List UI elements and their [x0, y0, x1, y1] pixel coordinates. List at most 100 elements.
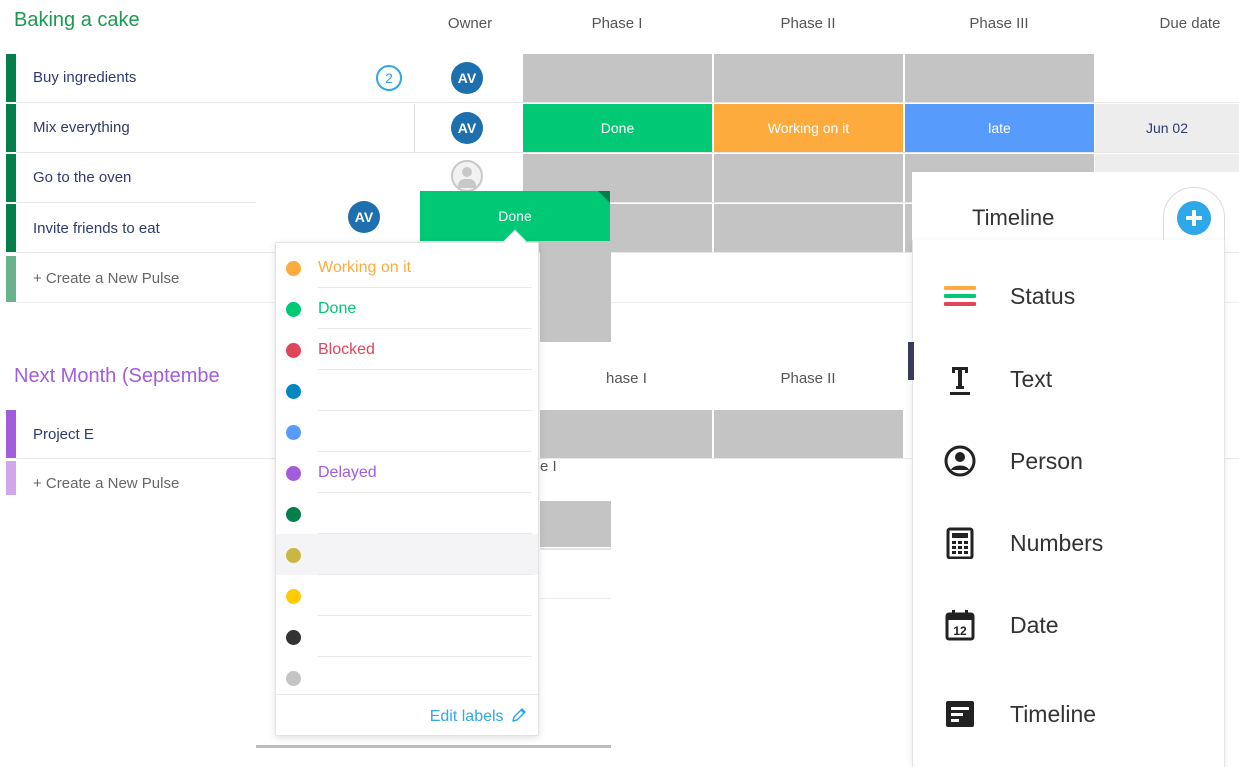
phase2-cell[interactable] — [714, 204, 903, 252]
row-divider-vertical — [414, 104, 415, 152]
phase2-status-working[interactable]: Working on it — [714, 104, 903, 152]
status-option-unlabeled[interactable] — [276, 616, 538, 657]
create-row-bar — [6, 256, 16, 302]
column-header-phase1-partial[interactable]: hase I — [606, 370, 666, 387]
column-header-due-date[interactable]: Due date — [1140, 15, 1239, 32]
row-color-bar — [6, 154, 16, 202]
status-option-label: Blocked — [318, 341, 375, 358]
create-row-bar — [6, 461, 16, 495]
date-icon: 12 — [945, 610, 975, 641]
status-color-dot — [286, 507, 301, 522]
status-option-label: Done — [318, 300, 357, 317]
column-type-label: Person — [1010, 448, 1083, 474]
column-type-label: Text — [1010, 366, 1053, 392]
status-color-dot — [286, 261, 301, 276]
column-header-owner[interactable]: Owner — [430, 15, 510, 32]
row-divider — [16, 152, 1239, 153]
status-option-blocked[interactable]: Blocked — [276, 329, 538, 370]
column-type-header-label: Timeline — [972, 205, 1055, 230]
row-name-project-e[interactable]: Project E — [33, 426, 94, 443]
status-option-unlabeled[interactable] — [276, 411, 538, 452]
column-header-phase2[interactable]: Phase II — [713, 15, 903, 32]
row-color-bar — [6, 104, 16, 152]
row-color-bar — [6, 410, 16, 458]
status-option-label: Delayed — [318, 464, 377, 481]
background-divider — [540, 548, 611, 550]
status-color-dot — [286, 630, 301, 645]
phase2-cell[interactable] — [714, 154, 903, 202]
column-type-date[interactable]: 12 Date — [912, 595, 1225, 655]
status-option-working-on-it[interactable]: Working on it — [276, 247, 538, 288]
phase1-cell[interactable] — [523, 54, 712, 102]
status-option-unlabeled[interactable] — [276, 657, 538, 698]
background-divider — [256, 745, 611, 748]
column-header-phase2[interactable]: Phase II — [713, 370, 903, 387]
date-icon-number: 12 — [953, 624, 967, 638]
background-divider — [540, 598, 611, 599]
text-icon — [950, 367, 970, 395]
hidden-column-text: e I — [540, 458, 557, 475]
row-name-go-to-oven[interactable]: Go to the oven — [33, 169, 131, 186]
phase2-cell[interactable] — [714, 54, 903, 102]
column-type-label: Date — [1010, 612, 1059, 638]
row-divider — [16, 102, 1239, 103]
status-option-label: Working on it — [318, 259, 412, 276]
due-date-cell[interactable]: Jun 02 — [1095, 104, 1239, 152]
pencil-icon — [512, 708, 526, 722]
owner-avatar[interactable]: AV — [348, 201, 380, 233]
status-option-done[interactable]: Done — [276, 288, 538, 329]
phase3-status-late[interactable]: late — [905, 104, 1094, 152]
column-type-label: Timeline — [1010, 701, 1097, 727]
empty-owner-icon[interactable] — [451, 160, 483, 192]
column-type-label: Numbers — [1010, 530, 1104, 556]
column-type-text[interactable]: Text — [912, 349, 1225, 409]
group-title-next-month[interactable]: Next Month (Septembe — [14, 365, 220, 388]
status-option-unlabeled[interactable] — [276, 493, 538, 534]
numbers-icon — [946, 527, 974, 559]
status-option-unlabeled[interactable] — [276, 534, 538, 575]
phase2-cell[interactable] — [714, 410, 903, 458]
phase1-cell[interactable] — [540, 410, 712, 458]
timeline-icon — [946, 701, 974, 727]
row-name-buy-ingredients[interactable]: Buy ingredients — [33, 69, 136, 86]
status-icon — [944, 286, 976, 306]
status-color-dot — [286, 302, 301, 317]
background-cell — [540, 501, 611, 547]
owner-avatar[interactable]: AV — [451, 112, 483, 144]
phase3-cell[interactable] — [905, 54, 1094, 102]
status-option-unlabeled[interactable] — [276, 575, 538, 616]
add-column-plus-icon[interactable] — [1177, 201, 1211, 235]
status-color-dot — [286, 343, 301, 358]
status-popup-header-strip — [256, 191, 420, 241]
person-icon — [944, 445, 976, 477]
column-header-phase1[interactable]: Phase I — [522, 15, 712, 32]
background-cell — [540, 252, 611, 342]
phase1-status-done[interactable]: Done — [523, 104, 712, 152]
edit-labels-link[interactable]: Edit labels — [430, 706, 528, 726]
column-type-numbers[interactable]: Numbers — [912, 513, 1225, 573]
column-header-phase3[interactable]: Phase III — [904, 15, 1094, 32]
group-title-baking[interactable]: Baking a cake — [14, 9, 140, 32]
create-new-pulse-button[interactable]: + Create a New Pulse — [33, 270, 179, 287]
updates-count-badge[interactable]: 2 — [376, 65, 402, 91]
status-color-dot — [286, 671, 301, 686]
status-color-dot — [286, 384, 301, 399]
status-label-picker: Working on it Done Blocked Delayed Edit … — [275, 242, 539, 736]
column-type-label: Status — [1010, 283, 1076, 309]
picker-footer: Edit labels — [276, 694, 538, 736]
status-option-unlabeled[interactable] — [276, 370, 538, 411]
status-color-dot — [286, 425, 301, 440]
owner-avatar[interactable]: AV — [451, 62, 483, 94]
row-name-mix-everything[interactable]: Mix everything — [33, 119, 130, 136]
column-type-timeline[interactable]: Timeline — [912, 684, 1225, 744]
row-color-bar — [6, 204, 16, 252]
create-new-pulse-button[interactable]: + Create a New Pulse — [33, 475, 179, 492]
column-type-person[interactable]: Person — [912, 431, 1225, 491]
status-option-delayed[interactable]: Delayed — [276, 452, 538, 493]
edit-labels-label: Edit labels — [429, 708, 504, 725]
row-name-invite-friends[interactable]: Invite friends to eat — [33, 220, 160, 237]
status-color-dot — [286, 466, 301, 481]
column-type-status[interactable]: Status — [912, 266, 1225, 326]
status-color-dot — [286, 548, 301, 563]
status-color-dot — [286, 589, 301, 604]
